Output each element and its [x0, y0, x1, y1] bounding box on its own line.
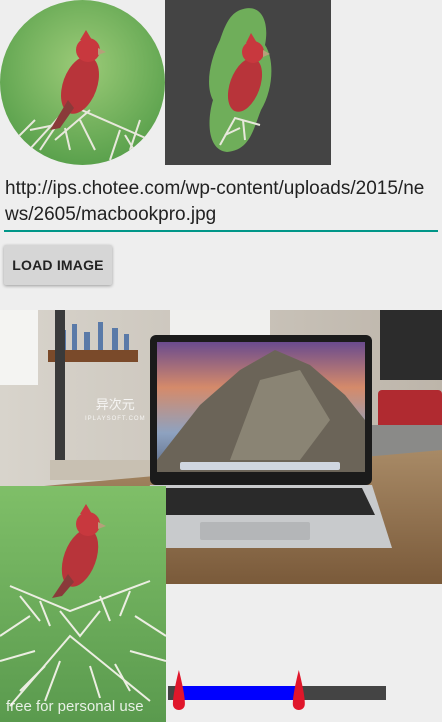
mirror-watermark-text: free for personal use: [6, 698, 144, 715]
photo-watermark-subtitle: IPLAYSOFT.COM: [85, 416, 146, 422]
range-min-thumb[interactable]: [172, 670, 185, 710]
range-seek-bar[interactable]: [166, 668, 388, 718]
range-selected: [178, 686, 299, 700]
masked-bird-image: [165, 0, 331, 165]
load-image-button[interactable]: LOAD IMAGE: [4, 245, 112, 285]
mirrored-bird-image: [0, 486, 166, 722]
image-url-input[interactable]: http://ips.chotee.com/wp-content/uploads…: [4, 176, 438, 232]
photo-watermark-title: 异次元: [95, 397, 135, 412]
range-max-thumb[interactable]: [292, 670, 305, 710]
circular-bird-image: [0, 0, 165, 165]
photo-watermark: 异次元 IPLAYSOFT.COM: [85, 398, 146, 426]
